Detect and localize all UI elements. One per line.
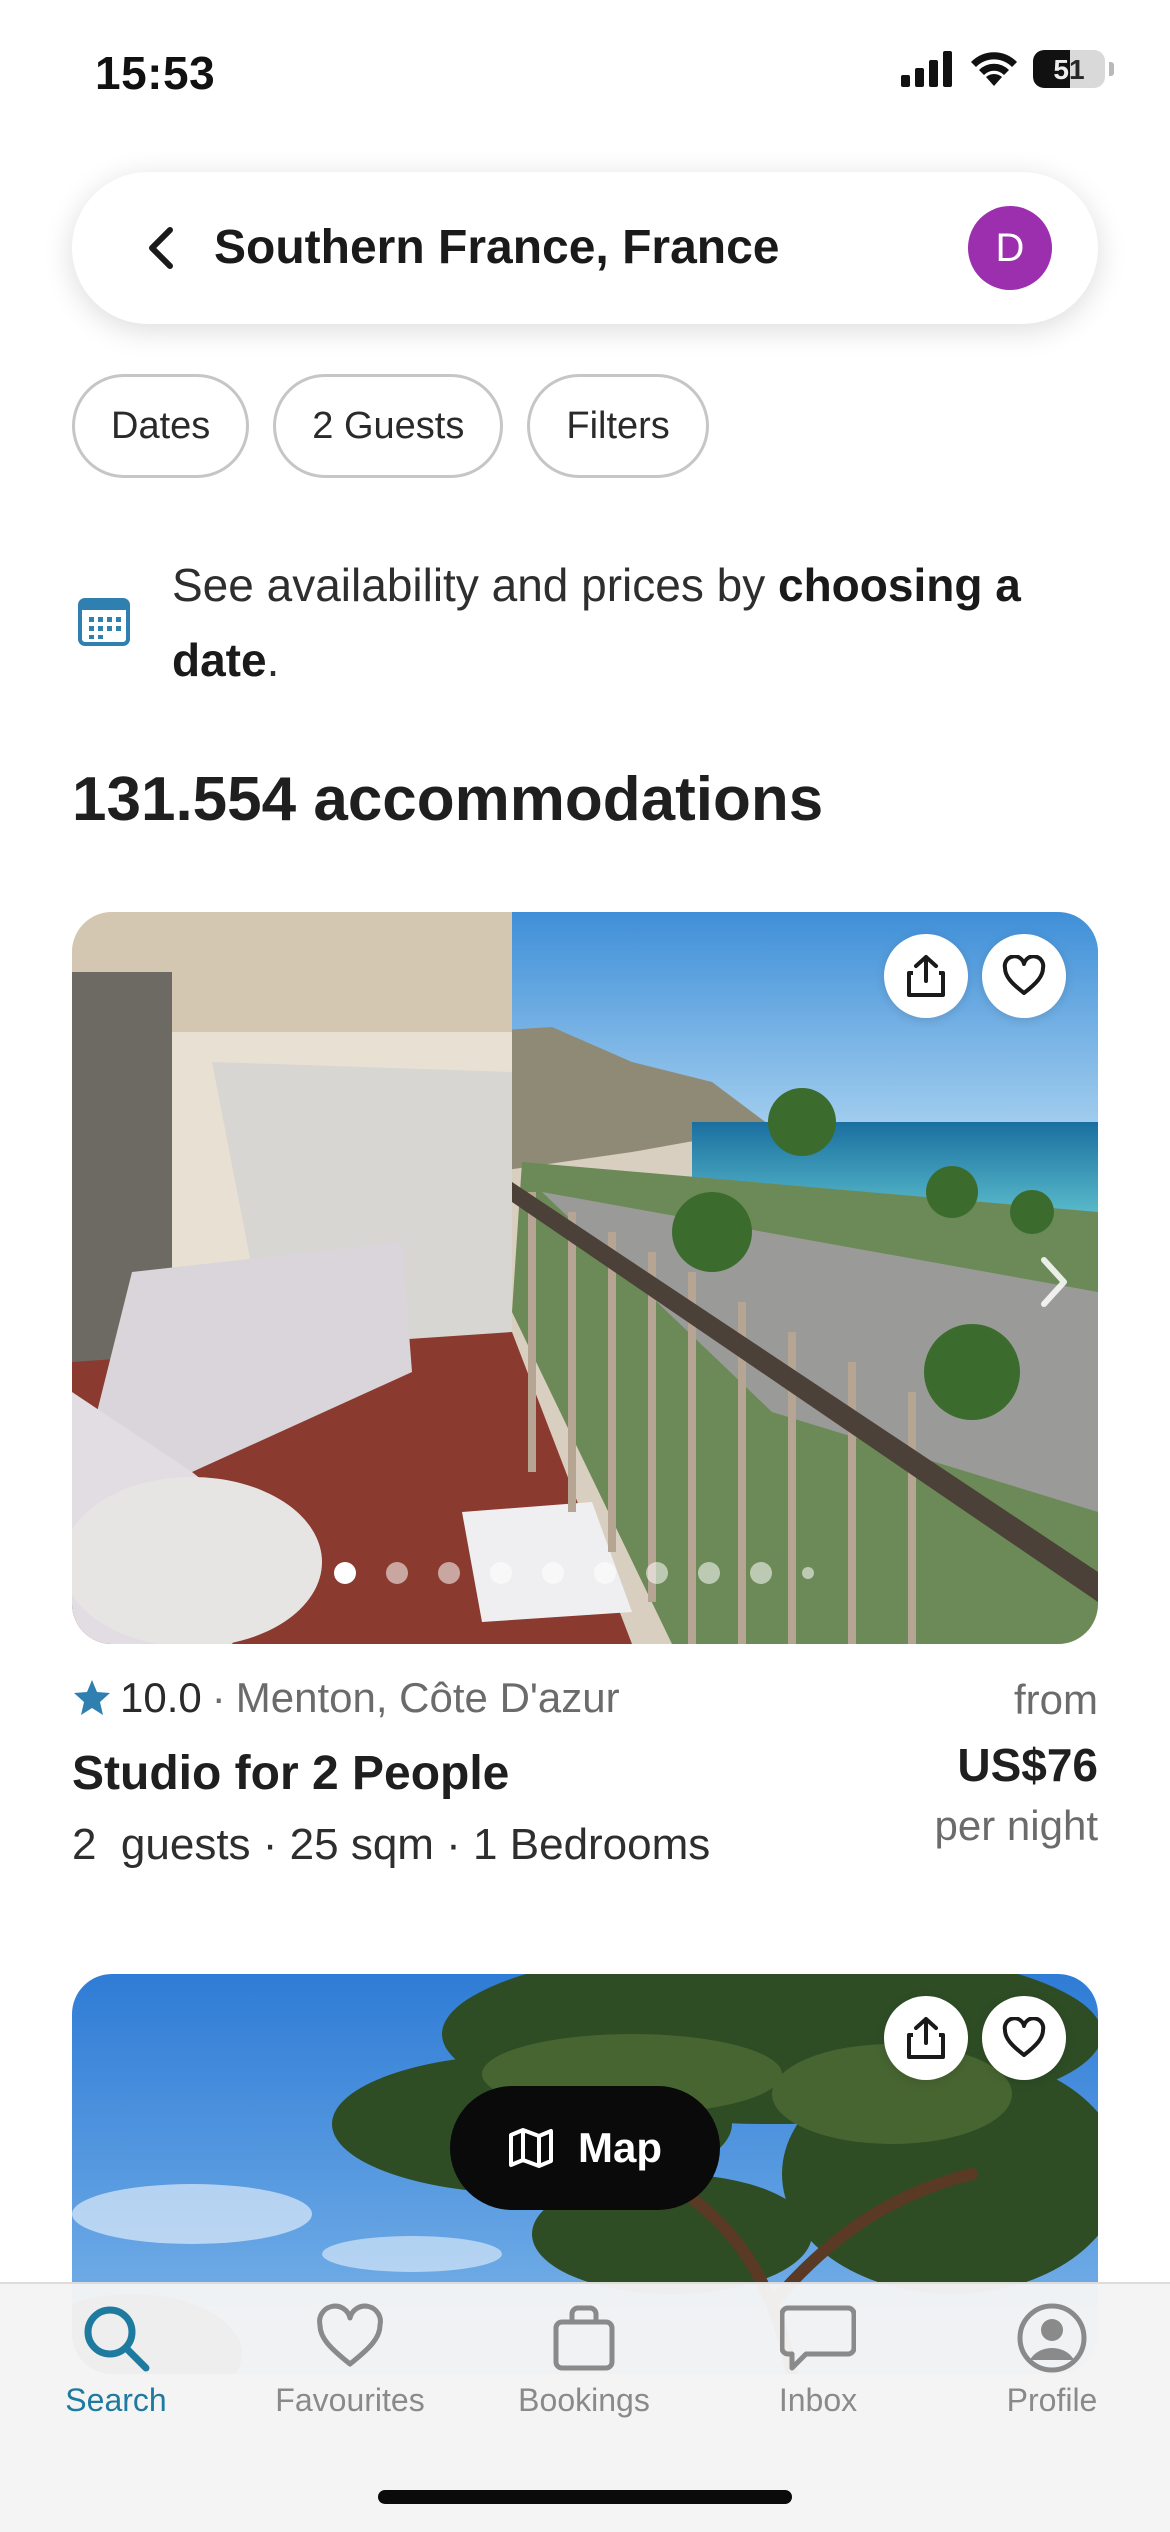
carousel-dot	[542, 1562, 564, 1584]
chevron-right-icon[interactable]	[1034, 1252, 1074, 1312]
listing-price: US$76	[957, 1739, 1098, 1791]
listing-photo	[72, 912, 1098, 1644]
guests-chip[interactable]: 2 Guests	[273, 374, 504, 478]
status-icons: 51	[901, 50, 1114, 88]
listing-title[interactable]: Studio for 2 People	[72, 1746, 509, 1801]
tab-search[interactable]: Search	[16, 2302, 216, 2419]
map-button[interactable]: Map	[450, 2086, 720, 2210]
status-bar: 15:53 51	[0, 0, 1170, 150]
back-icon[interactable]	[130, 216, 194, 280]
carousel-dot	[334, 1562, 356, 1584]
tab-label: Search	[65, 2382, 167, 2418]
filters-chip[interactable]: Filters	[527, 374, 709, 478]
search-bar[interactable]: Southern France, France D	[72, 172, 1098, 324]
chat-icon	[780, 2305, 856, 2371]
tab-bookings[interactable]: Bookings	[484, 2302, 684, 2419]
results-count: 131.554 accommodations	[72, 765, 824, 834]
map-button-label: Map	[578, 2124, 662, 2171]
share-button[interactable]	[884, 934, 968, 1018]
availability-text: See availability and prices by choosing …	[172, 548, 1112, 698]
share-icon	[907, 955, 945, 997]
filter-chips: Dates 2 Guests Filters	[72, 374, 709, 478]
search-icon	[84, 2306, 150, 2372]
carousel-dot	[490, 1562, 512, 1584]
tab-inbox[interactable]: Inbox	[718, 2302, 918, 2419]
carousel-dot	[646, 1562, 668, 1584]
battery-level: 51	[1053, 54, 1085, 85]
avatar[interactable]: D	[968, 206, 1052, 290]
signal-icon	[901, 51, 952, 87]
price-unit: per night	[934, 1802, 1098, 1849]
carousel-dot	[698, 1562, 720, 1584]
tab-label: Favourites	[275, 2382, 425, 2418]
share-icon	[907, 2017, 945, 2059]
carousel-dot	[802, 1567, 814, 1579]
listing-image-carousel[interactable]	[72, 912, 1098, 1644]
heart-icon	[1002, 2017, 1046, 2057]
carousel-dot	[438, 1562, 460, 1584]
price-from: from	[1014, 1676, 1098, 1723]
availability-text-end: .	[266, 634, 280, 686]
calendar-icon	[78, 598, 130, 646]
battery-icon: 51	[1033, 50, 1105, 88]
favourite-button[interactable]	[982, 934, 1066, 1018]
favourite-button-2[interactable]	[982, 1996, 1066, 2080]
map-icon	[509, 2128, 553, 2168]
carousel-dot	[386, 1562, 408, 1584]
bag-icon	[553, 2305, 615, 2371]
listing-location: Menton, Côte D'azur	[235, 1674, 620, 1721]
heart-icon	[1002, 955, 1046, 995]
tab-label: Inbox	[778, 2382, 858, 2418]
share-button-2[interactable]	[884, 1996, 968, 2080]
listing-card[interactable]: 10.0 · Menton, Côte D'azur Studio for 2 …	[72, 1668, 1098, 1878]
tab-profile[interactable]: Profile	[952, 2302, 1152, 2419]
home-indicator	[378, 2490, 792, 2504]
carousel-dot	[750, 1562, 772, 1584]
dates-chip[interactable]: Dates	[72, 374, 250, 478]
status-time: 15:53	[95, 47, 216, 99]
tab-label: Profile	[1006, 2382, 1098, 2418]
carousel-dots	[334, 1562, 814, 1584]
rating-score: 10.0	[120, 1674, 202, 1721]
tab-label: Bookings	[518, 2382, 650, 2418]
heart-icon	[317, 2303, 383, 2367]
search-destination[interactable]: Southern France, France	[214, 220, 779, 275]
battery-cap	[1109, 62, 1114, 76]
separator-dot: ·	[211, 1674, 226, 1721]
wifi-icon	[971, 52, 1017, 86]
star-icon	[74, 1680, 110, 1715]
rating-row: 10.0 · Menton, Côte D'azur	[72, 1674, 620, 1722]
tab-favourites[interactable]: Favourites	[250, 2302, 450, 2419]
carousel-dot	[594, 1562, 616, 1584]
profile-icon	[1017, 2303, 1087, 2373]
availability-text-plain: See availability and prices by	[172, 559, 778, 611]
listing-details: 2 guests · 25 sqm · 1 Bedrooms	[72, 1820, 711, 1869]
